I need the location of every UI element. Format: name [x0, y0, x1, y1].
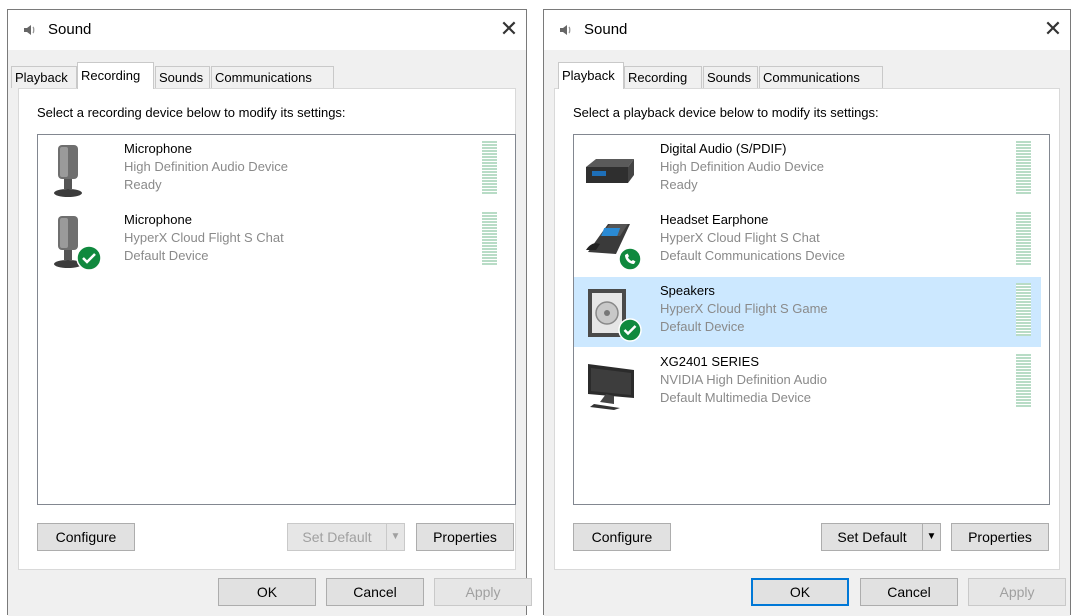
level-meter [1016, 141, 1031, 194]
dropdown-arrow-icon[interactable]: ▼ [922, 524, 940, 550]
instruction-text: Select a playback device below to modify… [573, 105, 879, 120]
default-check-icon [618, 318, 642, 342]
device-status: Default Device [124, 248, 209, 263]
device-status: Default Communications Device [660, 248, 845, 263]
instruction-text: Select a recording device below to modif… [37, 105, 346, 120]
digital-audio-icon [586, 159, 634, 183]
list-item[interactable]: Microphone High Definition Audio Device … [38, 135, 507, 205]
device-status: Default Device [660, 319, 745, 334]
apply-button[interactable]: Apply [968, 578, 1066, 606]
device-status: Default Multimedia Device [660, 390, 812, 405]
close-button[interactable]: ✕ [494, 14, 524, 44]
device-description: HyperX Cloud Flight S Chat [660, 230, 820, 245]
device-name: Headset Earphone [660, 212, 769, 227]
configure-button[interactable]: Configure [37, 523, 135, 551]
level-meter [1016, 212, 1031, 265]
ok-button[interactable]: OK [751, 578, 849, 606]
window-title: Sound [584, 21, 628, 38]
device-description: HyperX Cloud Flight S Chat [124, 230, 284, 245]
device-status: Ready [660, 177, 698, 192]
set-default-label: Set Default [837, 529, 907, 545]
cancel-button[interactable]: Cancel [326, 578, 424, 606]
tab-playback[interactable]: Playback [11, 66, 77, 88]
device-description: High Definition Audio Device [660, 159, 825, 174]
speaker-app-icon [24, 25, 35, 35]
device-status: Ready [124, 177, 162, 192]
device-description: HyperX Cloud Flight S Game [660, 301, 828, 316]
dropdown-arrow-icon[interactable]: ▼ [386, 524, 404, 550]
list-item[interactable]: Microphone HyperX Cloud Flight S Chat De… [38, 206, 507, 276]
dialog-button-bar: OK Cancel Apply [8, 570, 532, 616]
list-item[interactable]: XG2401 SERIES NVIDIA High Definition Aud… [574, 348, 1041, 418]
default-check-icon [76, 245, 102, 271]
properties-button[interactable]: Properties [951, 523, 1049, 551]
tab-sounds[interactable]: Sounds [703, 66, 758, 88]
list-item[interactable]: Digital Audio (S/PDIF) High Definition A… [574, 135, 1041, 205]
microphone-icon [54, 145, 82, 197]
sound-dialog-playback: Sound ✕ Playback Recording Sounds Commun… [543, 9, 1071, 616]
device-list[interactable]: Digital Audio (S/PDIF) High Definition A… [573, 134, 1050, 505]
level-meter [482, 141, 497, 194]
device-name: Microphone [124, 212, 192, 227]
level-meter [1016, 283, 1031, 336]
close-button[interactable]: ✕ [1038, 14, 1068, 44]
device-name: Speakers [660, 283, 715, 298]
set-default-button[interactable]: Set Default ▼ [821, 523, 941, 551]
window-title: Sound [48, 21, 92, 38]
device-description: NVIDIA High Definition Audio [660, 372, 827, 387]
set-default-label: Set Default [302, 529, 372, 545]
tab-recording[interactable]: Recording [77, 62, 154, 89]
device-name: Microphone [124, 141, 192, 156]
set-default-button[interactable]: Set Default ▼ [287, 523, 405, 551]
tab-communications[interactable]: Communications [211, 66, 334, 88]
monitor-icon [588, 364, 634, 410]
sound-dialog-recording: Sound ✕ Playback Recording Sounds Commun… [7, 9, 532, 616]
title-bar[interactable]: Sound ✕ [544, 10, 1070, 50]
apply-button[interactable]: Apply [434, 578, 532, 606]
ok-button[interactable]: OK [218, 578, 316, 606]
phone-badge-icon [618, 247, 642, 271]
list-item[interactable]: Speakers HyperX Cloud Flight S Game Defa… [574, 277, 1041, 347]
device-description: High Definition Audio Device [124, 159, 289, 174]
device-list[interactable]: Microphone High Definition Audio Device … [37, 134, 516, 505]
cancel-button[interactable]: Cancel [860, 578, 958, 606]
tab-communications[interactable]: Communications [759, 66, 883, 88]
device-name: XG2401 SERIES [660, 354, 759, 369]
tab-panel: Select a recording device below to modif… [18, 88, 516, 570]
tab-recording[interactable]: Recording [624, 66, 702, 88]
dialog-button-bar: OK Cancel Apply [544, 570, 1070, 616]
level-meter [482, 212, 497, 265]
tab-sounds[interactable]: Sounds [155, 66, 210, 88]
title-bar[interactable]: Sound ✕ [8, 10, 526, 50]
list-item[interactable]: Headset Earphone HyperX Cloud Flight S C… [574, 206, 1041, 276]
tab-playback[interactable]: Playback [558, 62, 624, 89]
close-icon: ✕ [499, 16, 519, 41]
close-icon: ✕ [1043, 16, 1063, 41]
tab-panel: Select a playback device below to modify… [554, 88, 1060, 570]
device-name: Digital Audio (S/PDIF) [660, 141, 787, 156]
speaker-app-icon [560, 25, 571, 35]
level-meter [1016, 354, 1031, 407]
properties-button[interactable]: Properties [416, 523, 514, 551]
configure-button[interactable]: Configure [573, 523, 671, 551]
